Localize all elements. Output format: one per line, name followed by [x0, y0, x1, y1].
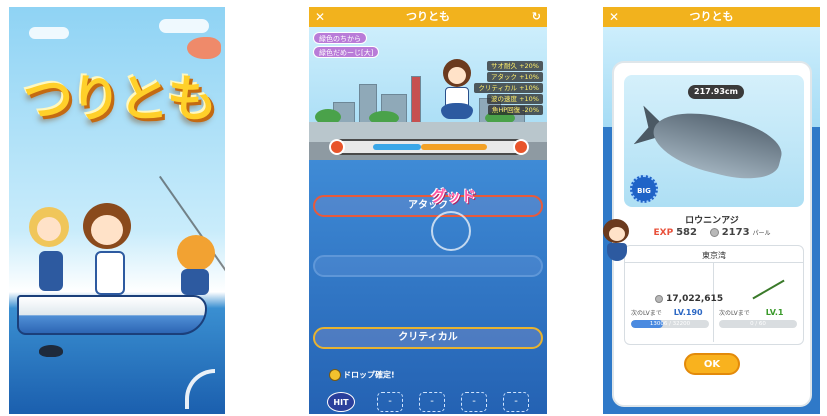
- skill-badge: 緑色だめーじ[大]: [313, 46, 380, 58]
- rod-exp-text: 0 / 60: [750, 321, 766, 327]
- fish-name: ロウニンアジ: [685, 216, 739, 226]
- avatar-skirt: [441, 103, 473, 119]
- girl-outfit: [39, 251, 63, 291]
- avatar-face: [609, 227, 625, 241]
- title-screen[interactable]: つりとも: [9, 7, 225, 414]
- avatar-face: [448, 67, 466, 84]
- tension-gauge: [329, 139, 529, 155]
- screenshot-stage: つりとも ✕ つりとも ↻ 緑色のちから 緑色だめーじ[大] サオ耐久 +20%…: [0, 0, 827, 416]
- avatar-body: [607, 243, 627, 261]
- star-badge-icon: [329, 369, 341, 381]
- rod-level-row: 次のLVまで LV.1: [719, 308, 784, 317]
- cat-character-icon: [177, 235, 215, 271]
- skill-badge: 緑色のちから: [313, 32, 367, 44]
- player-avatar: [603, 219, 631, 261]
- fish-size: 217.93cm: [688, 85, 744, 99]
- fishing-rod-icon: [741, 260, 785, 300]
- header-bar: ✕ つりとも: [603, 7, 820, 27]
- player-exp-text: 13006 / 32200: [649, 321, 691, 327]
- cloud: [29, 27, 69, 39]
- close-icon[interactable]: ✕: [609, 7, 619, 27]
- buff-stat: クリティカル +10%: [474, 83, 543, 93]
- tap-ring[interactable]: [431, 211, 471, 251]
- ok-button[interactable]: OK: [684, 353, 740, 375]
- middle-lane[interactable]: [313, 255, 543, 277]
- exp-value: 582: [676, 227, 697, 238]
- fishing-screen: ✕ つりとも ↻ 緑色のちから 緑色だめーじ[大] サオ耐久 +20% アタック…: [309, 7, 547, 414]
- fish-image: [647, 102, 787, 188]
- attack-lane[interactable]: アタック: [313, 195, 543, 217]
- header-bar: ✕ つりとも ↻: [309, 7, 547, 27]
- buff-stat: サオ耐久 +20%: [487, 61, 543, 71]
- money-value: 2173: [721, 227, 750, 238]
- reward-row: EXP 582 2173 パール: [614, 227, 810, 238]
- exp-label: EXP: [653, 228, 674, 238]
- girl-face-icon: [37, 217, 61, 241]
- tension-fill-warm: [421, 144, 487, 150]
- boy-outfit: [95, 251, 125, 295]
- fish-display: 217.93cm BIG: [624, 75, 804, 207]
- cloud: [159, 19, 209, 33]
- result-screen: ✕ つりとも 217.93cm BIG ロウニンアジ EXP 582 2173 …: [603, 7, 820, 414]
- header-title: つりとも: [689, 10, 734, 23]
- refresh-icon[interactable]: ↻: [532, 7, 541, 27]
- buff-stat: アタック +10%: [487, 72, 543, 82]
- pearl-coin-icon: [709, 228, 719, 237]
- buff-stat: 波の速度 +10%: [487, 94, 543, 104]
- pearl-coin-icon: [655, 294, 663, 303]
- player-exp-bar: 13006 / 32200: [631, 320, 709, 328]
- game-logo: つりとも: [23, 70, 217, 128]
- result-card: 217.93cm BIG ロウニンアジ EXP 582 2173 パール 東京湾: [612, 61, 812, 407]
- drop-slot: -: [461, 392, 487, 412]
- tension-fill-cold: [373, 144, 421, 150]
- rod-exp-bar: 0 / 60: [719, 320, 797, 328]
- critical-lane[interactable]: クリティカル: [313, 327, 543, 349]
- stats-box: 東京湾 17,022,615 次のLVまで LV.190 13006 / 322…: [624, 245, 804, 345]
- clock-icon: [513, 139, 529, 155]
- player-avatar: [439, 59, 475, 129]
- player-level-row: 次のLVまで LV.190: [631, 308, 703, 317]
- hit-badge: HIT: [327, 392, 355, 412]
- good-feedback: グッド: [431, 187, 477, 205]
- drop-slot: -: [503, 392, 529, 412]
- divider: [625, 262, 803, 263]
- header-title: つりとも: [406, 10, 450, 23]
- drop-slot: -: [377, 392, 403, 412]
- place-name: 東京湾: [702, 251, 726, 260]
- boat: [17, 295, 207, 335]
- fish-icon: [329, 139, 345, 155]
- money-unit: パール: [752, 230, 771, 237]
- fish-logo-icon: [187, 37, 221, 59]
- drop-confirmed: ドロップ確定!: [329, 369, 395, 381]
- big-badge: BIG: [630, 175, 658, 203]
- whale-icon: [39, 345, 63, 357]
- splash-icon: [185, 369, 215, 409]
- buff-stat: 魚HP回復 -20%: [487, 105, 543, 115]
- drop-slot: -: [419, 392, 445, 412]
- cat-outfit: [181, 269, 209, 295]
- close-icon[interactable]: ✕: [315, 7, 325, 27]
- boy-face-icon: [91, 215, 123, 245]
- total-money: 17,022,615: [655, 294, 723, 304]
